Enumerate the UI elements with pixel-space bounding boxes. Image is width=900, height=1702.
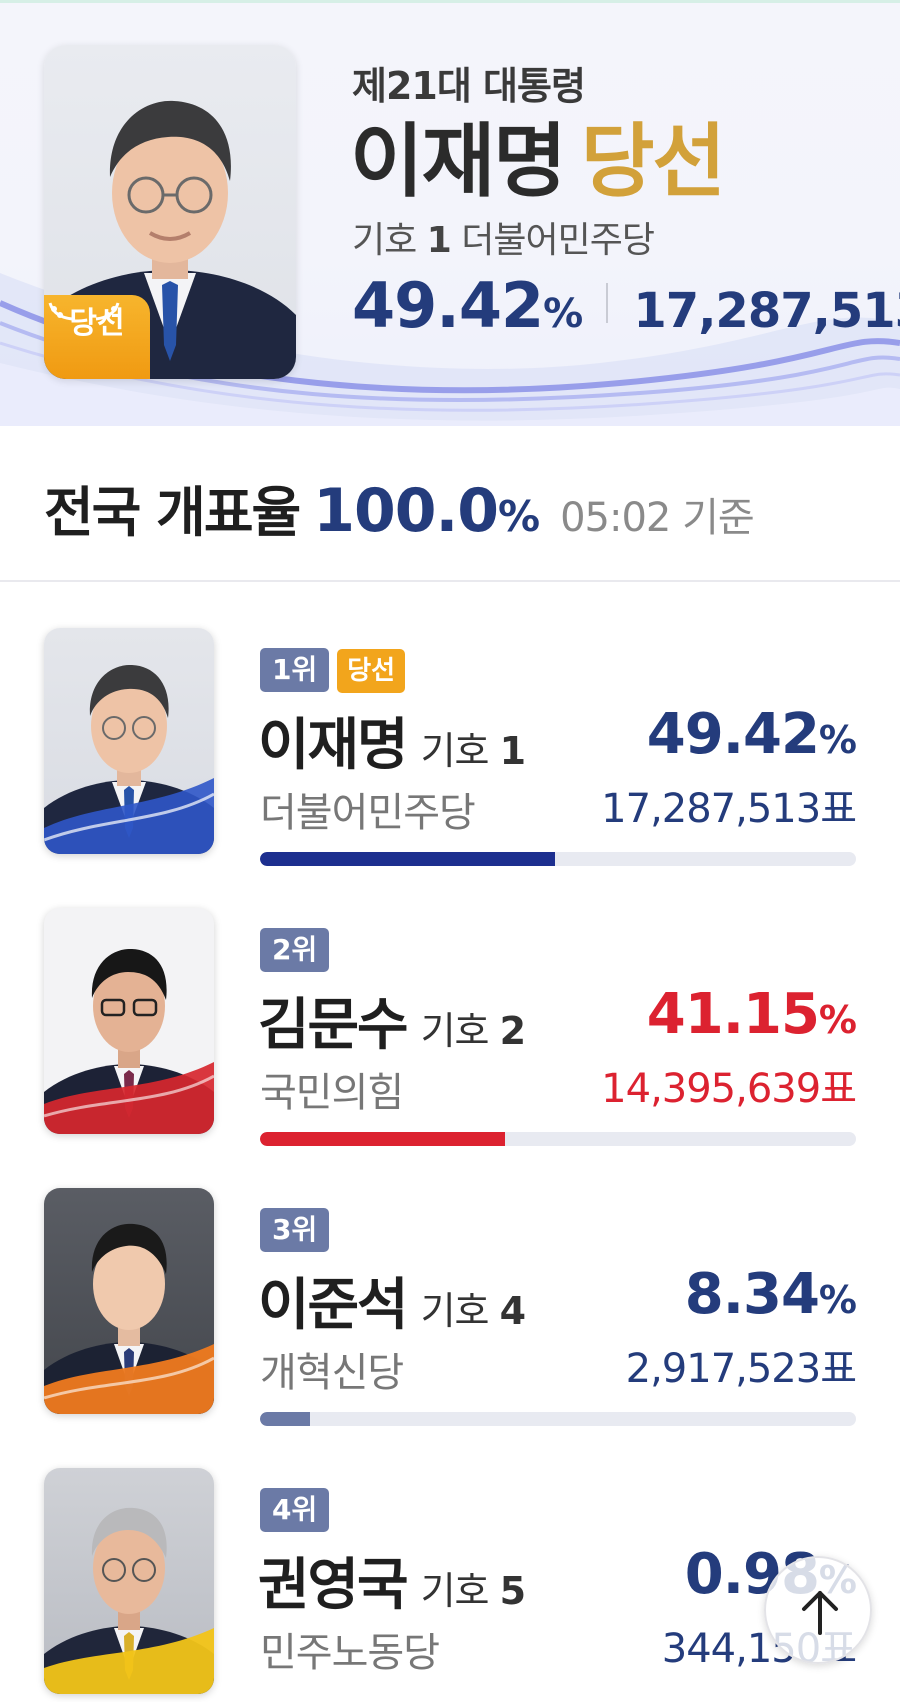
candidate-portrait <box>44 1468 214 1694</box>
candidate-badges: 2위 <box>260 928 330 972</box>
candidate-party: 민주노동당 <box>260 1630 440 1676</box>
candidate-symbol: 기호 1 <box>420 729 526 773</box>
winner-percent-unit: % <box>543 291 584 337</box>
candidate-name-line: 권영국 기호 5 <box>258 1540 526 1621</box>
candidate-symbol: 기호 4 <box>420 1289 526 1333</box>
candidate-portrait <box>44 908 214 1134</box>
symbol-number: 5 <box>499 1569 526 1613</box>
rank-badge: 1위 <box>260 648 330 692</box>
percent-unit: % <box>818 718 857 762</box>
winner-name: 이재명 <box>350 115 567 208</box>
symbol-prefix: 기호 <box>352 220 417 261</box>
counting-percent: 100.0 <box>313 476 499 546</box>
counting-rate: 전국 개표율 100.0% 05:02 기준 <box>44 468 755 547</box>
section-divider <box>0 580 900 582</box>
symbol-number: 2 <box>499 1009 526 1053</box>
winner-party: 더불어민주당 <box>461 220 655 261</box>
laurel-icon <box>48 302 120 321</box>
candidate-card[interactable]: 1위 당선 이재명 기호 1 더불어민주당 49.42% 17,287,513표 <box>0 628 900 878</box>
winner-votes: 17,287,513표 <box>633 283 900 339</box>
candidate-card[interactable]: 3위 이준석 기호 4 개혁신당 8.34% 2,917,523표 <box>0 1188 900 1438</box>
counting-unit: % <box>498 492 541 541</box>
candidate-badges: 3위 <box>260 1208 330 1252</box>
symbol-prefix: 기호 <box>420 1289 490 1333</box>
winner-party-line: 기호 1 더불어민주당 <box>352 211 655 263</box>
symbol-prefix: 기호 <box>420 1009 490 1053</box>
scroll-to-top-button[interactable] <box>764 1556 872 1664</box>
symbol-number: 4 <box>499 1289 526 1333</box>
candidate-percent: 8.34% <box>684 1262 857 1327</box>
symbol-number: 1 <box>426 220 452 261</box>
candidate-percent: 49.42% <box>646 702 857 767</box>
candidate-portrait <box>44 1188 214 1414</box>
counting-time: 05:02 기준 <box>560 495 755 541</box>
vote-share-fill <box>260 852 555 866</box>
percent-unit: % <box>818 1278 857 1322</box>
person-portrait-icon <box>44 948 214 1134</box>
winner-elected-label: 당선 <box>580 115 726 208</box>
vote-share-fill <box>260 1132 506 1146</box>
candidate-votes: 17,287,513표 <box>601 786 857 832</box>
elected-badge: 당선 <box>337 649 406 693</box>
person-portrait-icon <box>44 664 214 854</box>
candidate-party: 더불어민주당 <box>260 790 476 836</box>
candidate-party: 개혁신당 <box>260 1350 404 1396</box>
rank-badge: 3위 <box>260 1208 330 1252</box>
candidate-name: 권영국 <box>258 1553 409 1618</box>
candidate-badges: 1위 당선 <box>260 648 406 693</box>
winner-stats: 49.42% 17,287,513표 <box>352 269 900 342</box>
candidate-votes: 2,917,523표 <box>625 1346 857 1392</box>
winner-hero: 당선 제21대 대통령 이재명 당선 기호 1 더불어민주당 49.42% 17,… <box>0 0 900 426</box>
winner-portrait: 당선 <box>44 45 296 379</box>
candidate-party: 국민의힘 <box>260 1070 404 1116</box>
elected-photo-badge: 당선 <box>44 295 150 379</box>
candidate-symbol: 기호 5 <box>420 1569 526 1613</box>
percent-value: 8.34 <box>684 1262 820 1327</box>
percent-value: 49.42 <box>646 702 820 767</box>
person-portrait-icon <box>44 1507 214 1694</box>
candidate-votes: 14,395,639표 <box>601 1066 857 1112</box>
percent-unit: % <box>818 998 857 1042</box>
person-portrait-icon <box>44 1223 214 1414</box>
candidate-percent: 41.15% <box>646 982 857 1047</box>
candidate-portrait <box>44 628 214 854</box>
symbol-prefix: 기호 <box>420 1569 490 1613</box>
vote-share-bar <box>260 852 856 866</box>
winner-name-line: 이재명 당선 <box>350 115 726 208</box>
percent-value: 41.15 <box>646 982 820 1047</box>
arrow-up-icon <box>802 1591 838 1635</box>
candidate-name: 이준석 <box>258 1273 409 1338</box>
counting-label: 전국 개표율 <box>44 481 301 544</box>
rank-badge: 4위 <box>260 1488 330 1532</box>
candidate-card[interactable]: 2위 김문수 기호 2 국민의힘 41.15% 14,395,639표 <box>0 908 900 1158</box>
vote-share-bar <box>260 1412 856 1426</box>
symbol-prefix: 기호 <box>420 729 490 773</box>
vote-share-fill <box>260 1412 310 1426</box>
vote-share-bar <box>260 1132 856 1146</box>
election-title: 제21대 대통령 <box>352 64 586 108</box>
stats-divider <box>606 283 609 323</box>
candidate-name: 김문수 <box>258 993 409 1058</box>
winner-percent: 49.42 <box>352 269 544 342</box>
candidate-name: 이재명 <box>258 713 409 778</box>
rank-badge: 2위 <box>260 928 330 972</box>
symbol-number: 1 <box>499 729 526 773</box>
candidate-name-line: 김문수 기호 2 <box>258 980 526 1061</box>
candidate-card[interactable]: 4위 권영국기호 5 민주노동당 0.98% 344,150표 <box>0 1468 900 1702</box>
candidate-name-line: 이재명 기호 1 <box>258 700 526 781</box>
candidate-name-line: 이준석 기호 4 <box>258 1260 526 1341</box>
candidate-symbol: 기호 2 <box>420 1009 526 1053</box>
candidate-badges: 4위 <box>260 1488 330 1532</box>
